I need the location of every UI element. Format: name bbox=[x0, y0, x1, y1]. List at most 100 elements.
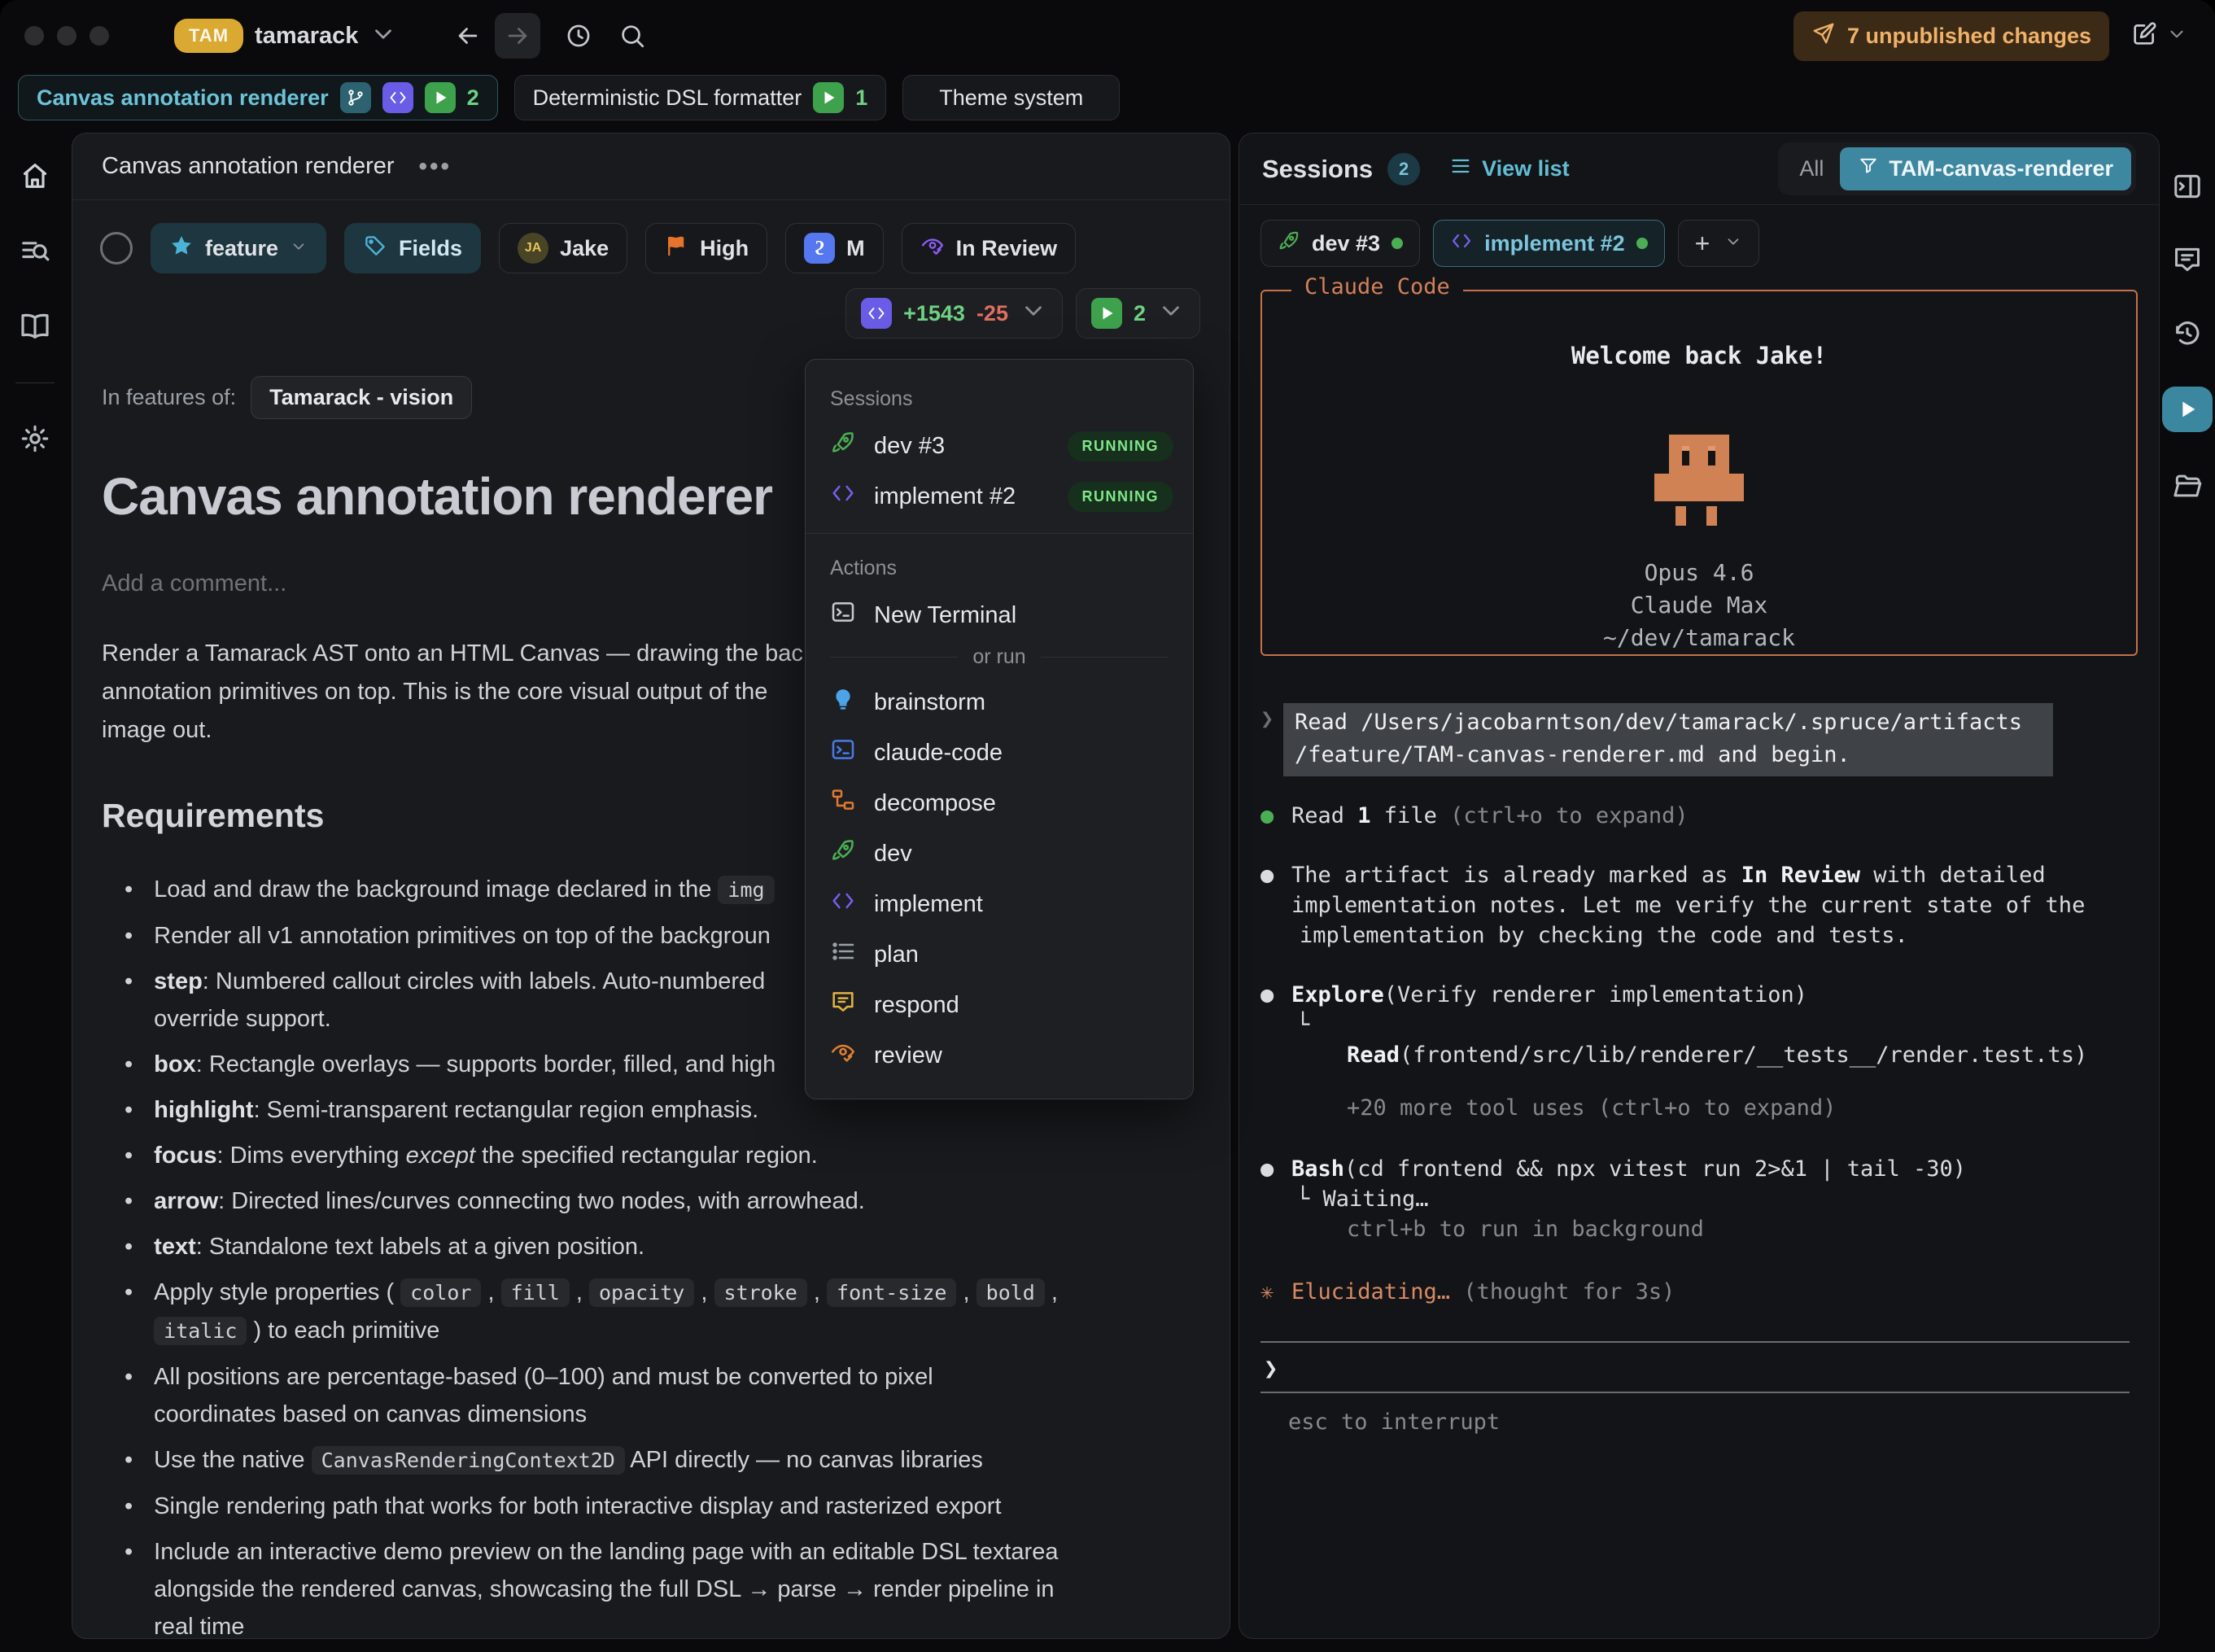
sessions-panel: Sessions 2 View list All TAM-canvas-rend… bbox=[1239, 133, 2160, 1639]
chevron-down-icon[interactable] bbox=[2166, 24, 2187, 49]
menu-item-respond[interactable]: respond bbox=[806, 980, 1193, 1030]
terminal-line: +20 more tool uses (ctrl+o to expand) bbox=[1260, 1093, 2138, 1123]
filter-active-button[interactable]: TAM-canvas-renderer bbox=[1840, 147, 2131, 190]
size-chip[interactable]: ϩ M bbox=[785, 223, 884, 273]
terminal-input[interactable]: ❯ bbox=[1260, 1343, 2138, 1392]
type-chip[interactable]: feature bbox=[151, 223, 326, 273]
bullet-marker: • bbox=[125, 1533, 133, 1639]
unpublished-changes-badge[interactable]: 7 unpublished changes bbox=[1793, 11, 2109, 61]
more-menu-icon[interactable]: ••• bbox=[419, 153, 452, 181]
menu-item-session-dev-3[interactable]: dev #3RUNNING bbox=[806, 421, 1193, 471]
status-ring-checkbox[interactable] bbox=[100, 232, 133, 264]
diff-stats-chip[interactable]: +1543 -25 bbox=[845, 288, 1063, 339]
list-item-text: Apply style properties ( color , fill , … bbox=[154, 1274, 1058, 1350]
menu-item-label: plan bbox=[874, 942, 1173, 968]
dropdown-divider bbox=[806, 533, 1193, 534]
run-sessions-chip[interactable]: 2 bbox=[1076, 288, 1200, 339]
menu-item-plan[interactable]: plan bbox=[806, 929, 1193, 980]
menu-item-brainstorm[interactable]: brainstorm bbox=[806, 677, 1193, 728]
tab-deterministic-dsl-formatter[interactable]: Deterministic DSL formatter 1 bbox=[514, 75, 887, 120]
recent-history-icon[interactable] bbox=[560, 17, 597, 55]
bullet-marker: • bbox=[125, 1488, 133, 1525]
menu-item-label: implement bbox=[874, 891, 1173, 918]
sessions-panel-header: Sessions 2 View list All TAM-canvas-rend… bbox=[1239, 133, 2159, 205]
list-item-text: focus: Dims everything except the specif… bbox=[154, 1137, 818, 1174]
tree-icon bbox=[830, 787, 856, 819]
list-item: • All positions are percentage-based (0–1… bbox=[102, 1358, 1200, 1433]
tab-theme-system[interactable]: Theme system bbox=[902, 75, 1120, 120]
bullet-marker: • bbox=[125, 1091, 133, 1129]
project-switcher[interactable]: TAM tamarack bbox=[174, 19, 397, 53]
menu-item-label: dev bbox=[874, 841, 1173, 868]
history-icon[interactable] bbox=[2168, 313, 2207, 352]
close-window-button[interactable] bbox=[24, 26, 44, 46]
priority-chip[interactable]: High bbox=[645, 223, 767, 273]
list-item-text: Render all v1 annotation primitives on t… bbox=[154, 917, 771, 955]
running-dot bbox=[1391, 238, 1403, 249]
view-list-button[interactable]: View list bbox=[1449, 155, 1570, 183]
filter-all-button[interactable]: All bbox=[1783, 150, 1840, 188]
bullet-marker: • bbox=[125, 871, 133, 909]
fields-chip[interactable]: Fields bbox=[344, 223, 481, 273]
play-icon[interactable] bbox=[2162, 387, 2213, 432]
search-icon[interactable] bbox=[614, 17, 651, 55]
menu-item-label: respond bbox=[874, 992, 1173, 1019]
code-icon bbox=[830, 480, 856, 513]
edit-icon[interactable] bbox=[2130, 20, 2158, 52]
list-item: •Use the native CanvasRenderingContext2D… bbox=[102, 1441, 1200, 1479]
size-icon: ϩ bbox=[804, 233, 835, 264]
branch-badge-icon bbox=[340, 82, 371, 113]
prompt-divider bbox=[1260, 1392, 2130, 1393]
folder-open-icon[interactable] bbox=[2168, 466, 2207, 505]
forward-arrow-icon[interactable] bbox=[495, 13, 540, 59]
size-label: M bbox=[846, 236, 865, 261]
top-bar: TAM tamarack 7 unpublished changes bbox=[0, 0, 2215, 72]
lines-removed: -25 bbox=[976, 301, 1008, 326]
terminal-text: Explore(Verify renderer implementation) bbox=[1291, 980, 1807, 1010]
chat-icon bbox=[830, 989, 856, 1021]
session-tab-implement-2[interactable]: implement #2 bbox=[1433, 220, 1665, 267]
new-session-button[interactable]: + bbox=[1678, 220, 1760, 267]
bullet-marker: • bbox=[125, 1358, 133, 1433]
menu-item-dev[interactable]: dev bbox=[806, 828, 1193, 879]
sessions-dropdown-menu: Sessions dev #3RUNNINGimplement #2RUNNIN… bbox=[805, 359, 1194, 1099]
menu-item-decompose[interactable]: decompose bbox=[806, 778, 1193, 828]
menu-item-session-implement-2[interactable]: implement #2RUNNING bbox=[806, 471, 1193, 522]
terminal-line: ctrl+b to run in background bbox=[1260, 1214, 2138, 1244]
menu-item-review[interactable]: review bbox=[806, 1030, 1193, 1081]
session-tab-dev-3[interactable]: dev #3 bbox=[1260, 220, 1420, 267]
right-sidebar bbox=[2160, 133, 2215, 505]
menu-item-label: decompose bbox=[874, 790, 1173, 817]
tab-canvas-annotation-renderer[interactable]: Canvas annotation renderer 2 bbox=[18, 75, 498, 120]
chat-bubble-icon[interactable] bbox=[2168, 240, 2207, 279]
menu-item-label: implement #2 bbox=[874, 483, 1050, 510]
list-item-text: All positions are percentage-based (0–10… bbox=[154, 1358, 933, 1433]
back-arrow-icon[interactable] bbox=[449, 17, 487, 55]
book-icon[interactable] bbox=[15, 306, 55, 345]
assignee-chip[interactable]: JA Jake bbox=[499, 223, 627, 273]
gear-icon[interactable] bbox=[15, 419, 55, 458]
list-item: •arrow: Directed lines/curves connecting… bbox=[102, 1182, 1200, 1220]
running-dot bbox=[1636, 238, 1648, 249]
home-icon[interactable] bbox=[15, 156, 55, 195]
window-controls[interactable] bbox=[24, 26, 109, 46]
minimize-window-button[interactable] bbox=[57, 26, 76, 46]
terminal-text: └ Waiting… bbox=[1296, 1184, 1429, 1214]
list-item-text: text: Standalone text labels at a given … bbox=[154, 1228, 644, 1265]
menu-item-claude-code[interactable]: claude-code bbox=[806, 728, 1193, 778]
sessions-title: Sessions bbox=[1262, 155, 1373, 184]
maximize-window-button[interactable] bbox=[90, 26, 109, 46]
list-search-icon[interactable] bbox=[15, 231, 55, 270]
menu-item-new-terminal[interactable]: New Terminal bbox=[806, 590, 1193, 640]
menu-item-label: brainstorm bbox=[874, 689, 1173, 716]
avatar: JA bbox=[518, 233, 548, 264]
list-item-text: box: Rectangle overlays — supports borde… bbox=[154, 1046, 775, 1083]
panel-terminal-icon[interactable] bbox=[2168, 167, 2207, 206]
terminal-text: The artifact is already marked as In Rev… bbox=[1291, 860, 2046, 890]
features-of-chip[interactable]: Tamarack - vision bbox=[251, 376, 472, 419]
tool-bullet: ● bbox=[1260, 980, 1291, 1010]
status-chip[interactable]: In Review bbox=[902, 223, 1077, 273]
tab-label: Canvas annotation renderer bbox=[37, 85, 329, 111]
menu-item-implement[interactable]: implement bbox=[806, 879, 1193, 929]
compose-menu[interactable] bbox=[2130, 20, 2187, 52]
